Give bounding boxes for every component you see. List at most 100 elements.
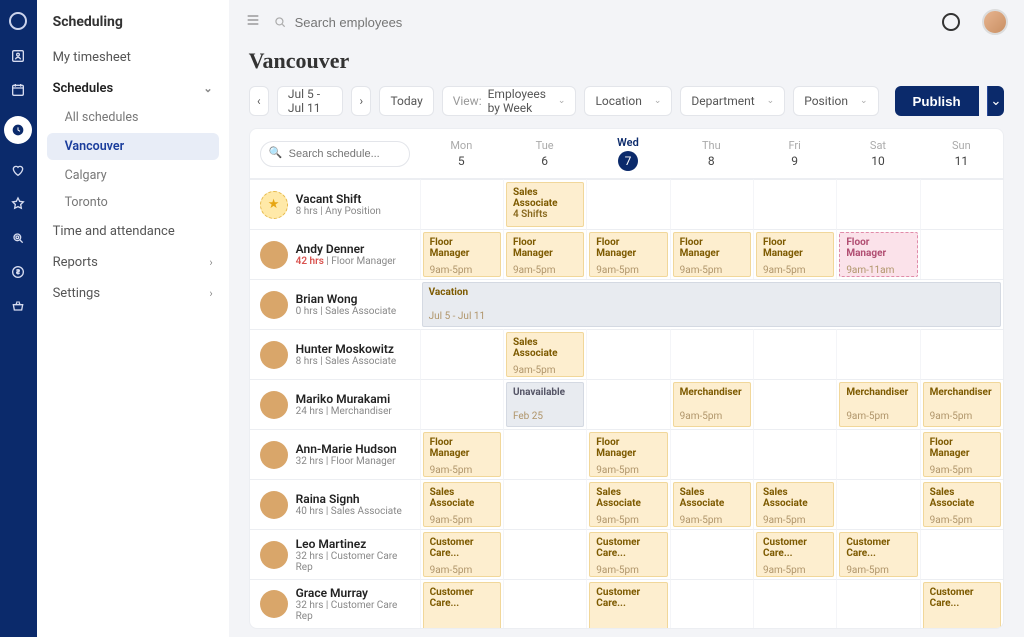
cell[interactable]: Customer Care... bbox=[420, 579, 503, 628]
date-range[interactable]: Jul 5 - Jul 11 bbox=[277, 86, 343, 116]
cell[interactable]: Floor Manager9am-5pm bbox=[586, 429, 669, 479]
cell[interactable] bbox=[836, 179, 919, 229]
sidebar-item-settings[interactable]: Settings› bbox=[37, 278, 229, 309]
sidebar-item-time-attendance[interactable]: Time and attendance bbox=[37, 216, 229, 247]
vacation-shift[interactable]: VacationJul 5 - Jul 11 bbox=[422, 282, 1001, 327]
dollar-icon[interactable] bbox=[10, 264, 26, 280]
shift[interactable]: Customer Care...9am-5pm bbox=[423, 532, 501, 577]
cell[interactable] bbox=[836, 329, 919, 379]
sidebar-item-reports[interactable]: Reports› bbox=[37, 247, 229, 278]
position-select[interactable]: Position⌄ bbox=[793, 86, 878, 116]
cell[interactable] bbox=[753, 579, 836, 628]
shift[interactable]: Sales Associate9am-5pm bbox=[756, 482, 834, 527]
cell[interactable]: Merchandiser9am-5pm bbox=[836, 379, 919, 429]
cell[interactable] bbox=[420, 179, 503, 229]
day-header-sun[interactable]: Sun11 bbox=[920, 129, 1003, 179]
cell[interactable] bbox=[836, 429, 919, 479]
view-select[interactable]: View: Employees by Week⌄ bbox=[442, 86, 577, 116]
cell[interactable]: Sales Associate9am-5pm bbox=[503, 329, 586, 379]
next-button[interactable]: › bbox=[351, 86, 371, 116]
basket-icon[interactable] bbox=[10, 298, 26, 314]
heart-icon[interactable] bbox=[10, 162, 26, 178]
cell[interactable] bbox=[503, 479, 586, 529]
day-header-wed[interactable]: Wed7 bbox=[586, 129, 669, 179]
unavailable-shift[interactable]: UnavailableFeb 25 bbox=[506, 382, 584, 427]
cell[interactable]: Merchandiser9am-5pm bbox=[670, 379, 753, 429]
cell[interactable]: Customer Care... bbox=[586, 579, 669, 628]
cell[interactable] bbox=[836, 479, 919, 529]
cell[interactable]: Sales Associate9am-5pm bbox=[670, 479, 753, 529]
cell[interactable]: Floor Manager9am-5pm bbox=[420, 229, 503, 279]
search-employees-input[interactable] bbox=[295, 15, 495, 30]
cell[interactable] bbox=[753, 379, 836, 429]
shift[interactable]: Customer Care... bbox=[589, 582, 667, 629]
shift[interactable]: Sales Associate9am-5pm bbox=[423, 482, 501, 527]
sidebar-sub-all[interactable]: All schedules bbox=[47, 104, 219, 131]
search-employees[interactable] bbox=[273, 15, 930, 30]
cell[interactable]: Floor Manager9am-5pm bbox=[420, 429, 503, 479]
sidebar-item-timesheet[interactable]: My timesheet bbox=[37, 42, 229, 73]
shift[interactable]: Floor Manager9am-5pm bbox=[589, 232, 667, 277]
shift[interactable]: Merchandiser9am-5pm bbox=[923, 382, 1001, 427]
shift[interactable]: Sales Associate9am-5pm bbox=[589, 482, 667, 527]
shift[interactable]: Floor Manager9am-5pm bbox=[589, 432, 667, 477]
shift[interactable]: Floor Manager9am-5pm bbox=[673, 232, 751, 277]
cell[interactable]: Floor Manager9am-11am bbox=[836, 229, 919, 279]
cell[interactable]: Sales Associate4 Shifts9am-5pm bbox=[503, 179, 586, 229]
user-avatar[interactable] bbox=[982, 9, 1008, 35]
cell[interactable] bbox=[920, 329, 1003, 379]
sidebar-sub-vancouver[interactable]: Vancouver bbox=[47, 133, 219, 160]
cell[interactable] bbox=[586, 179, 669, 229]
cell[interactable] bbox=[503, 429, 586, 479]
cell[interactable]: Customer Care...9am-5pm bbox=[753, 529, 836, 579]
cell[interactable] bbox=[670, 429, 753, 479]
shift-conflict[interactable]: Floor Manager9am-11am bbox=[839, 232, 917, 277]
cell[interactable] bbox=[670, 179, 753, 229]
prev-button[interactable]: ‹ bbox=[249, 86, 269, 116]
shift[interactable]: Sales Associate9am-5pm bbox=[506, 332, 584, 377]
cell[interactable]: Floor Manager9am-5pm bbox=[670, 229, 753, 279]
today-button[interactable]: Today bbox=[379, 86, 433, 116]
cell[interactable]: Customer Care...9am-5pm bbox=[586, 529, 669, 579]
shift[interactable]: Floor Manager9am-5pm bbox=[423, 432, 501, 477]
menu-icon[interactable] bbox=[245, 12, 261, 32]
shift[interactable]: Customer Care...9am-5pm bbox=[589, 532, 667, 577]
cell[interactable] bbox=[420, 329, 503, 379]
cell[interactable]: Floor Manager9am-5pm bbox=[503, 229, 586, 279]
row-grace[interactable]: Grace Murray32 hrs | Customer Care Rep bbox=[250, 579, 420, 628]
sidebar-sub-toronto[interactable]: Toronto bbox=[47, 189, 219, 216]
cell[interactable] bbox=[670, 329, 753, 379]
star-icon[interactable] bbox=[10, 196, 26, 212]
cell[interactable] bbox=[586, 379, 669, 429]
search-nav-icon[interactable] bbox=[10, 230, 26, 246]
shift[interactable]: Floor Manager9am-5pm bbox=[423, 232, 501, 277]
row-raina[interactable]: Raina Signh40 hrs | Sales Associate bbox=[250, 479, 420, 529]
shift[interactable]: Sales Associate9am-5pm bbox=[923, 482, 1001, 527]
shift[interactable]: Customer Care...9am-5pm bbox=[756, 532, 834, 577]
row-ann[interactable]: Ann-Marie Hudson32 hrs | Floor Manager bbox=[250, 429, 420, 479]
publish-button[interactable]: Publish bbox=[895, 86, 979, 116]
cell[interactable]: Sales Associate9am-5pm bbox=[753, 479, 836, 529]
day-header-fri[interactable]: Fri9 bbox=[753, 129, 836, 179]
shift[interactable]: Sales Associate4 Shifts9am-5pm bbox=[506, 182, 584, 227]
location-select[interactable]: Location⌄ bbox=[584, 86, 672, 116]
row-mariko[interactable]: Mariko Murakami24 hrs | Merchandiser bbox=[250, 379, 420, 429]
cell[interactable]: Sales Associate9am-5pm bbox=[920, 479, 1003, 529]
cell[interactable]: Sales Associate9am-5pm bbox=[420, 479, 503, 529]
cell[interactable]: Customer Care...9am-5pm bbox=[420, 529, 503, 579]
cell[interactable] bbox=[503, 579, 586, 628]
day-header-tue[interactable]: Tue6 bbox=[503, 129, 586, 179]
shift[interactable]: Sales Associate9am-5pm bbox=[673, 482, 751, 527]
cell[interactable]: Customer Care...9am-5pm bbox=[836, 529, 919, 579]
cell[interactable]: Customer Care... bbox=[920, 579, 1003, 628]
cell[interactable] bbox=[920, 229, 1003, 279]
cell[interactable]: Floor Manager9am-5pm bbox=[586, 229, 669, 279]
day-header-sat[interactable]: Sat10 bbox=[836, 129, 919, 179]
row-andy[interactable]: Andy Denner42 hrs | Floor Manager bbox=[250, 229, 420, 279]
calendar-icon[interactable] bbox=[10, 82, 26, 98]
cell[interactable]: Floor Manager9am-5pm bbox=[753, 229, 836, 279]
cell[interactable]: Floor Manager9am-5pm bbox=[920, 429, 1003, 479]
row-leo[interactable]: Leo Martinez32 hrs | Customer Care Rep bbox=[250, 529, 420, 579]
shift[interactable]: Customer Care...9am-5pm bbox=[839, 532, 917, 577]
shift[interactable]: Customer Care... bbox=[423, 582, 501, 629]
